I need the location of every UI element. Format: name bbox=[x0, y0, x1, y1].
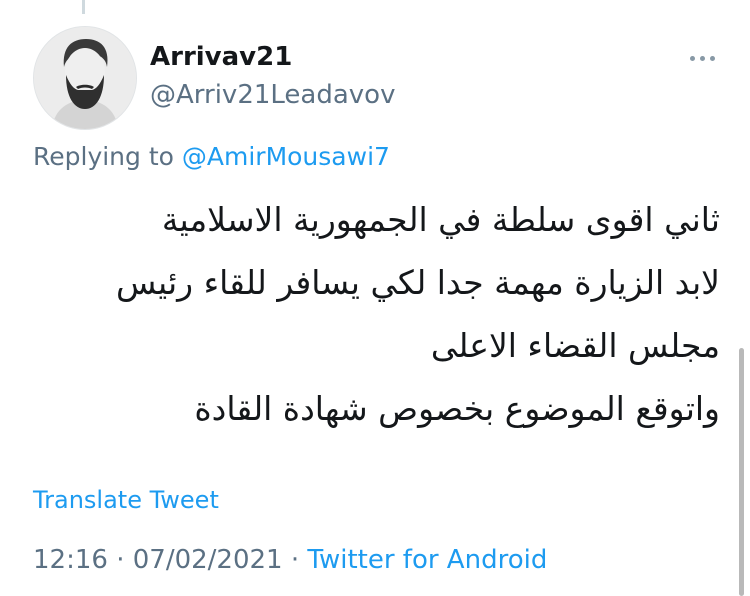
more-horizontal-icon-dot bbox=[699, 55, 705, 61]
meta-separator: · bbox=[282, 545, 308, 575]
meta-separator: · bbox=[107, 545, 133, 575]
replying-to-label: Replying to bbox=[33, 142, 182, 171]
replying-to-line: Replying to @AmirMousawi7 bbox=[33, 142, 390, 171]
bearded-man-avatar-icon bbox=[34, 27, 136, 129]
author-handle[interactable]: @Arriv21Leadavov bbox=[150, 80, 395, 110]
reply-mention-link[interactable]: @AmirMousawi7 bbox=[182, 142, 390, 171]
translate-tweet-link[interactable]: Translate Tweet bbox=[33, 486, 219, 514]
avatar[interactable] bbox=[33, 26, 137, 130]
tweet-date[interactable]: 07/02/2021 bbox=[133, 545, 283, 575]
tweet-text-line: لابد الزيارة مهمة جدا لكي يسافر للقاء رئ… bbox=[115, 263, 720, 302]
author-display-name[interactable]: Arrivav21 bbox=[150, 42, 292, 72]
tweet-text-line: ثاني اقوى سلطة في الجمهورية الاسلامية bbox=[161, 200, 720, 239]
tweet-detail: Arrivav21 @Arriv21Leadavov Replying to @… bbox=[0, 0, 750, 596]
tweet-text-line: واتوقع الموضوع بخصوص شهادة القادة bbox=[194, 389, 720, 428]
tweet-time[interactable]: 12:16 bbox=[33, 545, 108, 575]
more-horizontal-icon-dot bbox=[709, 55, 715, 61]
more-horizontal-icon bbox=[689, 55, 695, 61]
tweet-text: ثاني اقوى سلطة في الجمهورية الاسلامية لا… bbox=[30, 188, 720, 440]
more-options-button[interactable] bbox=[682, 46, 722, 70]
scrollbar-thumb[interactable] bbox=[739, 348, 744, 596]
tweet-source-link[interactable]: Twitter for Android bbox=[307, 545, 547, 575]
tweet-text-line: مجلس القضاء الاعلى bbox=[430, 326, 720, 365]
thread-connector-line bbox=[82, 0, 85, 14]
tweet-timestamp-line: 12:16 · 07/02/2021 · Twitter for Android bbox=[33, 545, 547, 575]
